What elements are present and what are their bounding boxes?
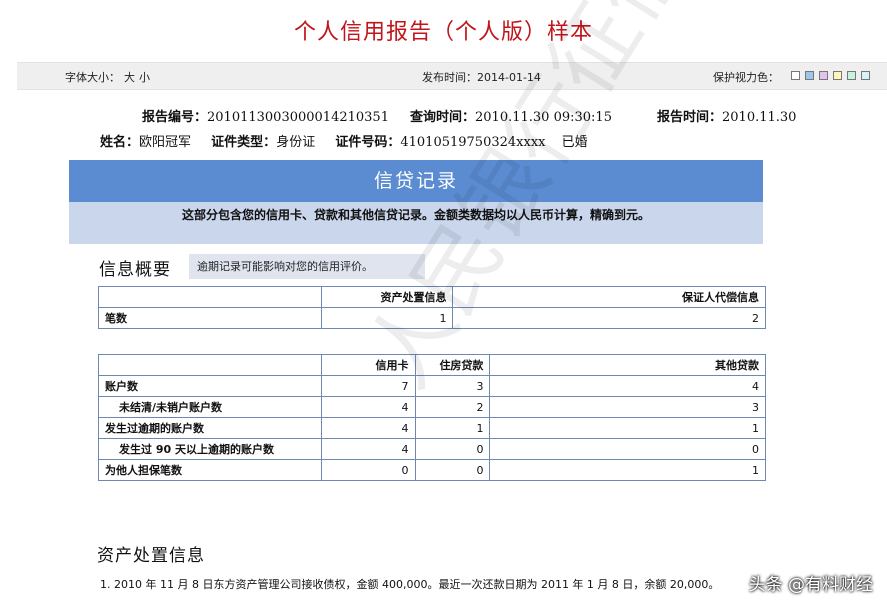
table-row: 未结清/未销户账户数 4 2 3 <box>98 396 766 418</box>
row-label: 发生过逾期的账户数 <box>98 417 322 439</box>
overview-note: 逾期记录可能影响对您的信用评价。 <box>189 254 425 279</box>
table-cell: 4 <box>489 375 766 397</box>
color-swatch-4[interactable] <box>833 71 842 80</box>
table-cell: 2 <box>414 396 491 418</box>
row-label: 为他人担保笔数 <box>98 459 322 481</box>
row-label: 发生过 90 天以上逾期的账户数 <box>98 438 322 460</box>
personal-info: 姓名：欧阳冠军 证件类型：身份证 证件号码：41010519750324xxxx… <box>100 135 588 150</box>
table-cell: 0 <box>414 438 491 460</box>
banner-title: 信贷记录 <box>69 160 763 202</box>
font-small-link[interactable]: 小 <box>139 71 150 84</box>
id-number: 41010519750324xxxx <box>400 135 546 150</box>
table-cell: 3 <box>489 396 766 418</box>
table-row: 账户数 7 3 4 <box>98 375 766 397</box>
table-cell: 4 <box>320 417 416 439</box>
column-header: 资产处置信息 <box>320 286 454 308</box>
column-header: 保证人代偿信息 <box>452 286 766 308</box>
person-name: 欧阳冠军 <box>139 135 192 150</box>
page-title: 个人信用报告（个人版）样本 <box>293 20 593 45</box>
table-row: 笔数 1 2 <box>98 307 766 329</box>
report-number: 报告编号：2010113003000014210351 <box>142 110 389 125</box>
table-row: 发生过逾期的账户数 4 1 1 <box>98 417 766 439</box>
table-cell: 0 <box>489 438 766 460</box>
table-cell: 0 <box>320 459 416 481</box>
table-row: 发生过 90 天以上逾期的账户数 4 0 0 <box>98 438 766 460</box>
table-cell: 4 <box>320 396 416 418</box>
table-cell: 1 <box>414 417 491 439</box>
table-cell: 1 <box>489 459 766 481</box>
overview-title: 信息概要 <box>99 260 171 280</box>
source-credit: 头条 @有料财经 <box>748 575 873 595</box>
table-cell: 3 <box>414 375 491 397</box>
table-cell: 1 <box>320 307 454 329</box>
color-swatch-5[interactable] <box>847 71 856 80</box>
column-header: 其他贷款 <box>489 354 766 376</box>
marital-status: 已婚 <box>561 135 588 150</box>
credit-record-banner: 信贷记录 这部分包含您的信用卡、贷款和其他信贷记录。金额类数据均以人民币计算，精… <box>69 160 763 244</box>
table-cell: 1 <box>489 417 766 439</box>
column-header: 住房贷款 <box>414 354 491 376</box>
account-table: 信用卡 住房贷款 其他贷款 账户数 7 3 4 未结清/未销户账户数 4 2 3… <box>98 354 766 481</box>
summary-table: 资产处置信息 保证人代偿信息 笔数 1 2 <box>98 286 766 329</box>
table-cell: 4 <box>320 438 416 460</box>
row-label: 未结清/未销户账户数 <box>98 396 322 418</box>
font-size-label: 字体大小： <box>65 71 120 84</box>
row-label: 笔数 <box>98 307 322 329</box>
color-swatch-3[interactable] <box>819 71 828 80</box>
asset-disposal-list: 1. 2010 年 11 月 8 日东方资产管理公司接收债权，金额 400,00… <box>100 576 719 592</box>
font-size-control: 字体大小： 大小 <box>65 69 154 85</box>
table-cell: 2 <box>452 307 766 329</box>
asset-disposal-title: 资产处置信息 <box>97 546 205 566</box>
eye-protect-label: 保护视力色： <box>713 71 779 84</box>
table-header-row: 资产处置信息 保证人代偿信息 <box>98 286 766 308</box>
id-type: 身份证 <box>276 135 316 150</box>
table-row: 为他人担保笔数 0 0 1 <box>98 459 766 481</box>
query-time: 查询时间：2010.11.30 09:30:15 <box>410 110 612 125</box>
publish-date: 发布时间：2014-01-14 <box>422 71 541 84</box>
color-swatch-1[interactable] <box>791 71 800 80</box>
row-label: 账户数 <box>98 375 322 397</box>
list-item: 1. 2010 年 11 月 8 日东方资产管理公司接收债权，金额 400,00… <box>100 578 720 591</box>
table-header-row: 信用卡 住房贷款 其他贷款 <box>98 354 766 376</box>
table-cell: 7 <box>320 375 416 397</box>
font-large-link[interactable]: 大 <box>124 71 135 84</box>
color-swatch-2[interactable] <box>805 71 814 80</box>
report-time: 报告时间：2010.11.30 <box>657 110 797 125</box>
column-header: 信用卡 <box>320 354 416 376</box>
color-swatch-6[interactable] <box>861 71 870 80</box>
table-cell: 0 <box>414 459 491 481</box>
toolbar: 字体大小： 大小 发布时间：2014-01-14 保护视力色： <box>17 62 887 90</box>
color-swatches <box>791 71 870 80</box>
banner-description: 这部分包含您的信用卡、贷款和其他信贷记录。金额类数据均以人民币计算，精确到元。 <box>181 208 650 222</box>
